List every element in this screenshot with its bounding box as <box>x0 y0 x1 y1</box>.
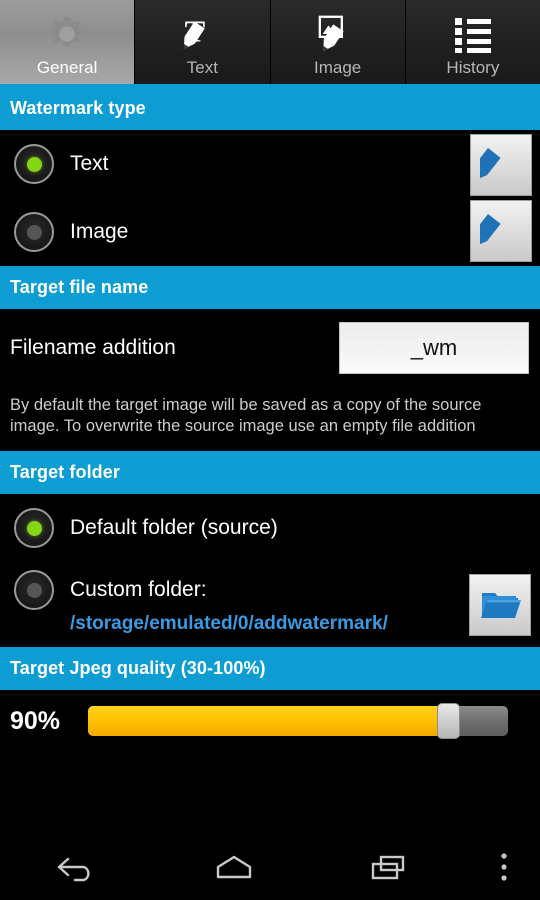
section-header-watermark-type: Watermark type <box>0 87 540 130</box>
jpeg-quality-value: 90% <box>10 706 61 735</box>
recents-button[interactable] <box>312 853 468 883</box>
jpeg-quality-slider-thumb[interactable] <box>437 703 460 739</box>
option-label-text: Text <box>70 152 109 175</box>
tab-bar: General T Text <box>0 0 540 84</box>
system-navigation-bar <box>0 836 540 900</box>
tab-general[interactable]: General <box>0 0 136 84</box>
tab-text-label: Text <box>186 58 218 77</box>
tab-history-label: History <box>446 58 500 77</box>
target-folder-panel: Default folder (source) Custom folder: /… <box>0 494 540 647</box>
tab-general-label: General <box>36 58 98 77</box>
jpeg-quality-panel: 90% <box>0 690 540 752</box>
home-icon <box>216 855 252 879</box>
jpeg-quality-slider[interactable] <box>88 703 508 739</box>
radio-dot <box>26 224 42 240</box>
gear-icon <box>44 10 90 58</box>
list-icon <box>451 10 495 58</box>
radio-watermark-image[interactable] <box>14 212 54 252</box>
browse-folder-button[interactable] <box>469 574 531 636</box>
jpeg-quality-row: 90% <box>0 690 540 752</box>
option-label-custom-folder: Custom folder: <box>70 578 207 601</box>
section-header-target-file-name: Target file name <box>0 266 540 309</box>
tab-text[interactable]: T Text <box>135 0 271 84</box>
option-row-text[interactable]: Text <box>0 130 540 198</box>
edit-image-watermark-button[interactable] <box>470 200 532 262</box>
back-button[interactable] <box>0 853 156 883</box>
filename-addition-row: Filename addition _wm <box>0 309 540 387</box>
filename-addition-hint: By default the target image will be save… <box>10 396 482 435</box>
option-row-default-folder[interactable]: Default folder (source) <box>0 494 540 562</box>
kebab-menu-icon <box>501 853 507 881</box>
pencil-icon <box>480 214 501 248</box>
radio-dot <box>26 156 42 172</box>
tab-image[interactable]: Image <box>270 0 406 84</box>
image-pencil-icon <box>315 10 361 58</box>
option-row-custom-folder[interactable]: Custom folder: /storage/emulated/0/addwa… <box>0 562 540 647</box>
overflow-menu-button[interactable] <box>468 851 540 885</box>
filename-addition-label: Filename addition <box>10 336 176 359</box>
back-arrow-icon <box>57 857 90 882</box>
tab-history[interactable]: History <box>405 0 540 84</box>
text-pencil-icon: T <box>179 10 225 58</box>
section-header-jpeg-quality: Target Jpeg quality (30-100%) <box>0 647 540 690</box>
target-file-name-panel: Filename addition _wm By default the tar… <box>0 309 540 451</box>
recents-icon <box>371 855 405 880</box>
jpeg-quality-slider-fill <box>88 706 448 736</box>
radio-dot <box>26 582 42 598</box>
radio-custom-folder[interactable] <box>14 570 54 610</box>
home-button[interactable] <box>156 853 312 883</box>
tab-image-label: Image <box>314 58 362 77</box>
radio-dot <box>26 520 42 536</box>
filename-addition-input[interactable]: _wm <box>339 322 529 374</box>
edit-text-watermark-button[interactable] <box>470 134 532 196</box>
folder-icon <box>481 593 521 618</box>
option-row-image[interactable]: Image <box>0 198 540 266</box>
option-label-image: Image <box>70 220 129 243</box>
radio-default-folder[interactable] <box>14 508 54 548</box>
option-label-default-folder: Default folder (source) <box>70 516 278 539</box>
section-header-target-folder: Target folder <box>0 451 540 494</box>
radio-watermark-text[interactable] <box>14 144 54 184</box>
watermark-type-panel: Text Image <box>0 130 540 266</box>
pencil-icon <box>480 148 501 182</box>
